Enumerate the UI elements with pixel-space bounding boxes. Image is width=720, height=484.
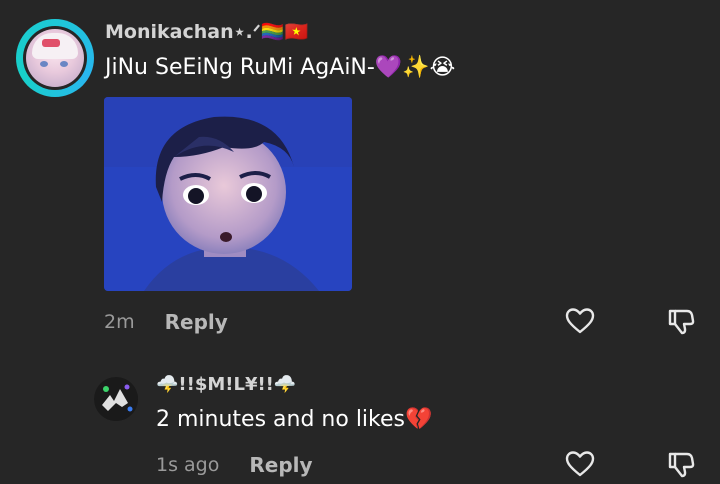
comment-text: JiNu SeEiNg RuMi AgAiN-💜✨😭	[105, 55, 456, 80]
reply-avatar[interactable]	[94, 377, 138, 421]
reply-meta: 1s ago Reply	[156, 453, 313, 477]
reply-text: 2 minutes and no likes💔	[156, 407, 433, 432]
like-button[interactable]	[563, 306, 597, 340]
reply-timestamp: 1s ago	[156, 454, 220, 476]
username-flags: 🏳️‍🌈🇻🇳	[260, 21, 309, 43]
heart-outline-icon	[565, 450, 595, 482]
reply-username[interactable]: 🌩️!!$M!L¥!!🌩️	[156, 374, 296, 395]
comment-media-image[interactable]	[104, 97, 352, 291]
thumbs-down-outline-icon	[666, 306, 696, 340]
commenter-username[interactable]: Monikachan⋆.ᐟ🏳️‍🌈🇻🇳	[105, 20, 308, 43]
thumbs-down-outline-icon	[666, 449, 696, 483]
comment-meta: 2m Reply	[104, 310, 228, 334]
reply-dislike-button[interactable]	[664, 449, 698, 483]
commenter-avatar[interactable]	[16, 19, 94, 97]
reply-reply-button[interactable]: Reply	[249, 453, 312, 477]
reply-like-button[interactable]	[563, 449, 597, 483]
comment-timestamp: 2m	[104, 311, 135, 333]
heart-outline-icon	[565, 307, 595, 339]
comments-thread: Monikachan⋆.ᐟ🏳️‍🌈🇻🇳 JiNu SeEiNg RuMi AgA…	[0, 0, 720, 484]
dislike-button[interactable]	[664, 306, 698, 340]
reply-button[interactable]: Reply	[165, 310, 228, 334]
username-text: Monikachan⋆.ᐟ	[105, 21, 261, 43]
